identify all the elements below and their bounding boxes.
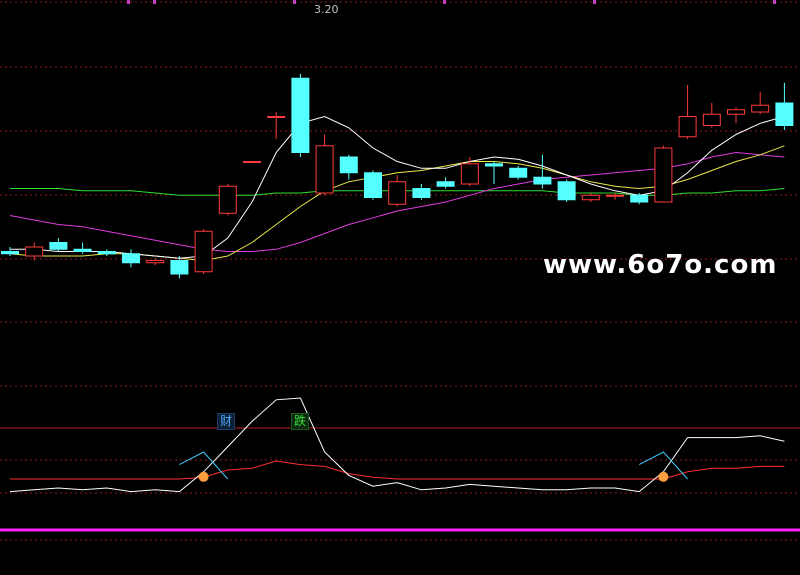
candle-body xyxy=(581,194,600,201)
candle-up xyxy=(315,134,334,196)
signal-marker xyxy=(198,471,209,482)
candle-body xyxy=(388,181,407,205)
candle-body xyxy=(509,167,528,178)
candle-up xyxy=(654,145,673,203)
candle-up xyxy=(581,193,600,202)
candle-body xyxy=(775,102,794,126)
candle-down xyxy=(775,82,794,130)
candle-down xyxy=(436,177,455,189)
candle-body xyxy=(557,181,576,201)
candle-down xyxy=(533,154,552,189)
candle-down xyxy=(509,166,528,180)
candle-down xyxy=(485,161,503,184)
candle-up xyxy=(194,229,213,274)
candle-up xyxy=(751,91,770,115)
candle-body xyxy=(364,172,382,198)
stock-chart: 3.20 xyxy=(0,1,800,541)
candle-down xyxy=(73,242,92,254)
candle-up xyxy=(267,112,286,139)
candle-down xyxy=(339,154,358,180)
candle-body xyxy=(243,161,261,163)
candle-body xyxy=(436,181,455,187)
candle-up xyxy=(388,175,407,207)
candle-up xyxy=(727,107,745,124)
candle-up xyxy=(25,242,44,261)
candle-body xyxy=(630,194,649,203)
candle-down xyxy=(291,73,310,157)
candle-body xyxy=(485,163,503,167)
signal-badge-cai: 财 xyxy=(217,413,236,430)
watermark: www.6o7o.com xyxy=(543,250,778,280)
signal-badge-die: 跌 xyxy=(291,413,310,430)
candle-body xyxy=(606,194,624,197)
candle-down xyxy=(122,249,140,268)
candle-body xyxy=(170,260,189,275)
candle-body xyxy=(412,188,431,198)
candle-up xyxy=(678,85,697,139)
candle-up xyxy=(702,103,721,128)
price-label: 3.20 xyxy=(314,3,339,16)
candle-body xyxy=(460,163,479,185)
candle-body xyxy=(751,104,770,113)
candle-up xyxy=(243,161,261,163)
candle-up xyxy=(218,184,237,216)
candle-down xyxy=(364,170,382,200)
candle-body xyxy=(339,156,358,174)
indicator-panel xyxy=(0,397,800,532)
candle-body xyxy=(533,176,552,185)
candle-body xyxy=(654,147,673,203)
candle-down xyxy=(49,238,68,252)
candle-body xyxy=(146,260,165,264)
candle-body xyxy=(267,116,286,118)
top-tick xyxy=(153,0,156,4)
signal-marker xyxy=(658,471,669,482)
candle-body xyxy=(194,230,213,273)
candle-body xyxy=(727,109,745,115)
top-tick xyxy=(127,0,130,4)
candle-body xyxy=(702,113,721,126)
candle-down xyxy=(557,179,576,202)
candle-body xyxy=(25,246,44,257)
candle-body xyxy=(315,145,334,194)
candle-body xyxy=(97,251,116,255)
candle-body xyxy=(122,253,140,264)
top-tick xyxy=(443,0,446,4)
top-tick xyxy=(293,0,296,4)
candle-down xyxy=(412,184,431,200)
top-tick xyxy=(593,0,596,4)
candle-body xyxy=(1,251,19,255)
candle-body xyxy=(678,116,697,138)
candlesticks xyxy=(1,73,794,279)
candle-body xyxy=(73,248,92,252)
top-tick xyxy=(773,0,776,4)
candle-body xyxy=(291,77,310,153)
candle-body xyxy=(218,185,237,214)
candle-down xyxy=(97,249,116,256)
candle-body xyxy=(49,242,68,250)
